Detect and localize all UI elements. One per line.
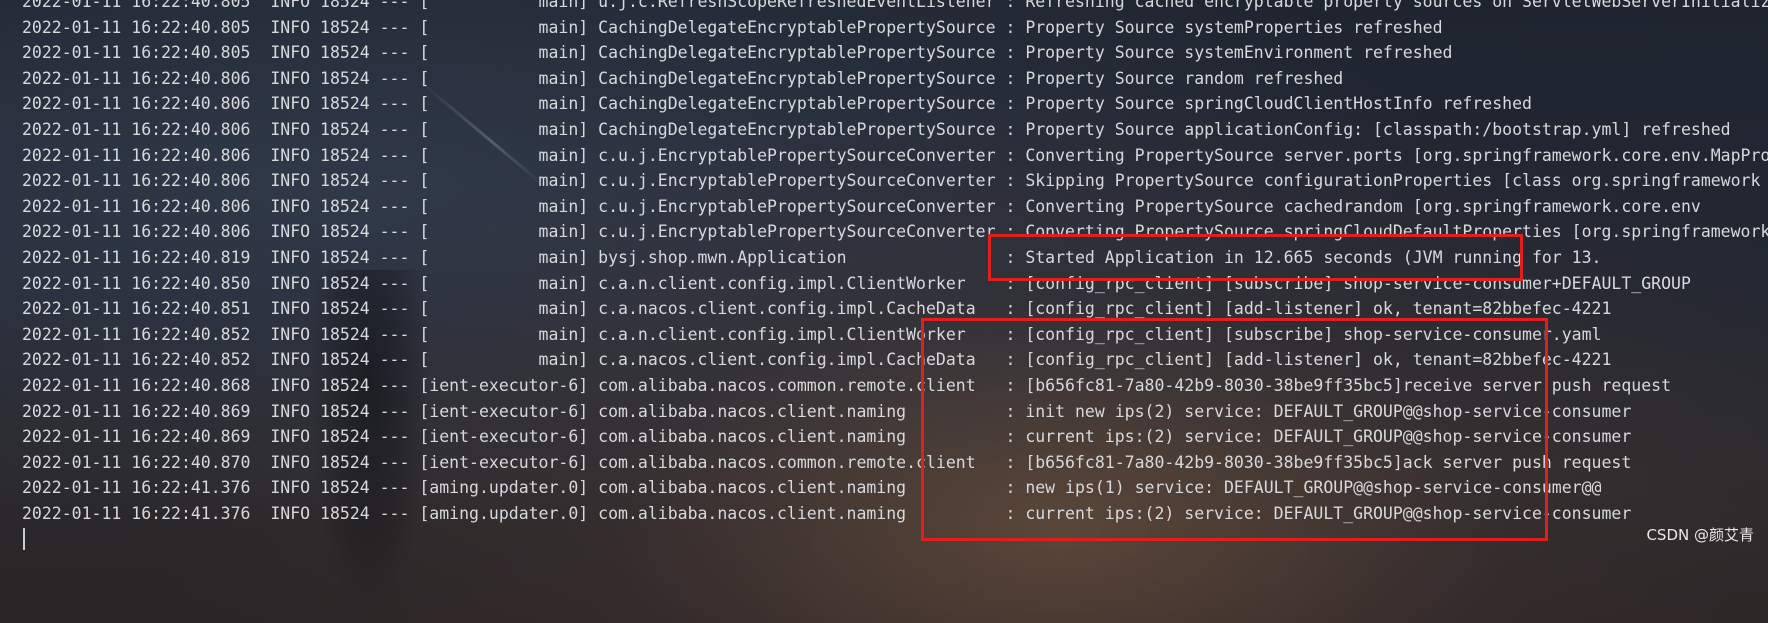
log-line: 2022-01-11 16:22:40.805 INFO 18524 --- [… [22, 17, 1443, 37]
console-output: 2022-01-11 16:22:40.805 INFO 18524 --- [… [0, 0, 1768, 623]
log-line: 2022-01-11 16:22:40.806 INFO 18524 --- [… [22, 94, 1532, 114]
log-line: 2022-01-11 16:22:40.806 INFO 18524 --- [… [22, 196, 1701, 216]
log-line: 2022-01-11 16:22:40.805 INFO 18524 --- [… [22, 43, 1453, 63]
text-cursor[interactable] [23, 528, 25, 550]
log-line: 2022-01-11 16:22:40.805 INFO 18524 --- [… [22, 0, 1768, 11]
log-line: 2022-01-11 16:22:40.806 INFO 18524 --- [… [22, 119, 1731, 139]
log-line: 2022-01-11 16:22:40.806 INFO 18524 --- [… [22, 145, 1768, 165]
log-line: 2022-01-11 16:22:40.806 INFO 18524 --- [… [22, 68, 1344, 88]
log-line: 2022-01-11 16:22:40.806 INFO 18524 --- [… [22, 171, 1761, 191]
highlight-box-started-application [988, 234, 1523, 281]
highlight-box-nacos-registration [921, 318, 1548, 541]
watermark: CSDN @颜艾青 [1646, 526, 1754, 544]
